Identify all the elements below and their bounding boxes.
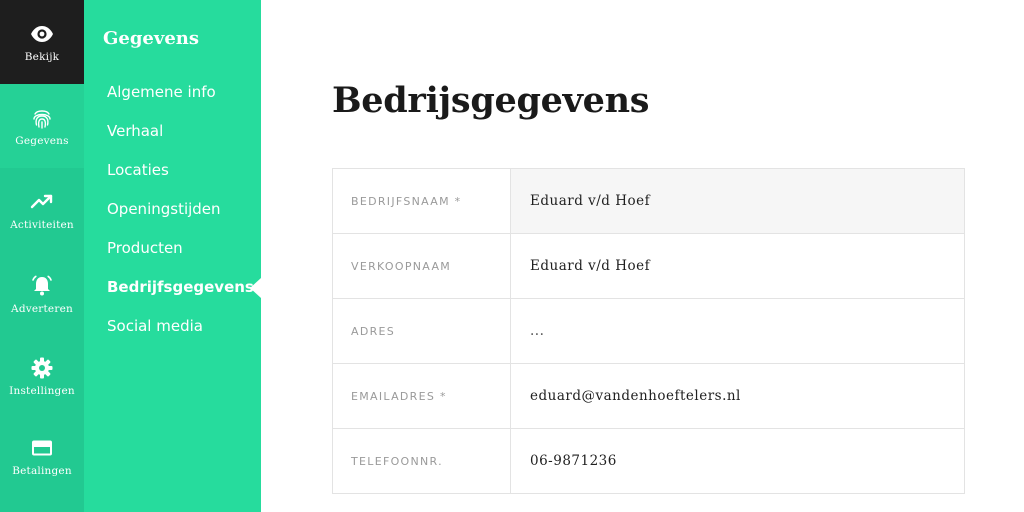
adres-field[interactable]: ...: [511, 299, 964, 363]
field-label-telefoonnr: TELEFOONNR.: [333, 429, 511, 493]
form-row: TELEFOONNR. 06-9871236: [333, 428, 964, 493]
field-label-emailadres: EMAILADRES *: [333, 364, 511, 428]
rail-item-instellingen[interactable]: Instellingen: [0, 334, 84, 418]
email-field[interactable]: eduard@vandenhoeftelers.nl: [511, 364, 964, 428]
submenu-list: Algemene info Verhaal Locaties Openingst…: [107, 81, 254, 354]
form-row: VERKOOPNAAM Eduard v/d Hoef: [333, 233, 964, 298]
field-label-adres: ADRES: [333, 299, 511, 363]
active-indicator: [250, 278, 261, 298]
submenu-item-locaties[interactable]: Locaties: [107, 159, 254, 198]
rail-item-label: Instellingen: [9, 384, 75, 397]
submenu-item-algemene-info[interactable]: Algemene info: [107, 81, 254, 120]
credit-card-icon: [32, 440, 52, 455]
rail-item-adverteren[interactable]: Adverteren: [0, 252, 84, 336]
submenu: Gegevens Algemene info Verhaal Locaties …: [84, 0, 261, 512]
rail-item-gegevens[interactable]: Gegevens: [0, 84, 84, 168]
rail-item-label: Bekijk: [24, 50, 60, 63]
rail-item-label: Activiteiten: [10, 218, 74, 231]
page-title: Bedrijsgegevens: [332, 80, 650, 121]
fingerprint-icon: [33, 109, 51, 129]
submenu-item-verhaal[interactable]: Verhaal: [107, 120, 254, 159]
submenu-item-social-media[interactable]: Social media: [107, 315, 254, 354]
rail-item-betalingen[interactable]: Betalingen: [0, 414, 84, 498]
submenu-item-openingstijden[interactable]: Openingstijden: [107, 198, 254, 237]
bedrijfsnaam-field[interactable]: Eduard v/d Hoef: [511, 169, 964, 233]
submenu-item-producten[interactable]: Producten: [107, 237, 254, 276]
rail-item-activiteiten[interactable]: Activiteiten: [0, 168, 84, 252]
eye-icon: [31, 25, 53, 42]
field-label-bedrijfsnaam: BEDRIJFSNAAM *: [333, 169, 511, 233]
company-details-form: BEDRIJFSNAAM * Eduard v/d Hoef VERKOOPNA…: [332, 168, 965, 494]
rail-item-bekijk[interactable]: Bekijk: [0, 0, 84, 84]
form-row: BEDRIJFSNAAM * Eduard v/d Hoef: [333, 169, 964, 233]
rail-item-label: Betalingen: [12, 464, 72, 477]
rail-item-label: Adverteren: [11, 302, 73, 315]
phone-field[interactable]: 06-9871236: [511, 429, 964, 493]
submenu-title: Gegevens: [103, 28, 199, 49]
bell-icon: [32, 275, 52, 295]
form-row: ADRES ...: [333, 298, 964, 363]
field-label-verkoopnaam: VERKOOPNAAM: [333, 234, 511, 298]
submenu-item-bedrijfsgegevens[interactable]: Bedrijfsgegevens: [107, 276, 254, 315]
icon-rail: Bekijk Gegevens Activiteiten Adverteren: [0, 0, 84, 512]
rail-item-label: Gegevens: [15, 134, 69, 147]
trending-up-icon: [30, 194, 53, 208]
gear-icon: [31, 357, 53, 378]
form-row: EMAILADRES * eduard@vandenhoeftelers.nl: [333, 363, 964, 428]
verkoopnaam-field[interactable]: Eduard v/d Hoef: [511, 234, 964, 298]
